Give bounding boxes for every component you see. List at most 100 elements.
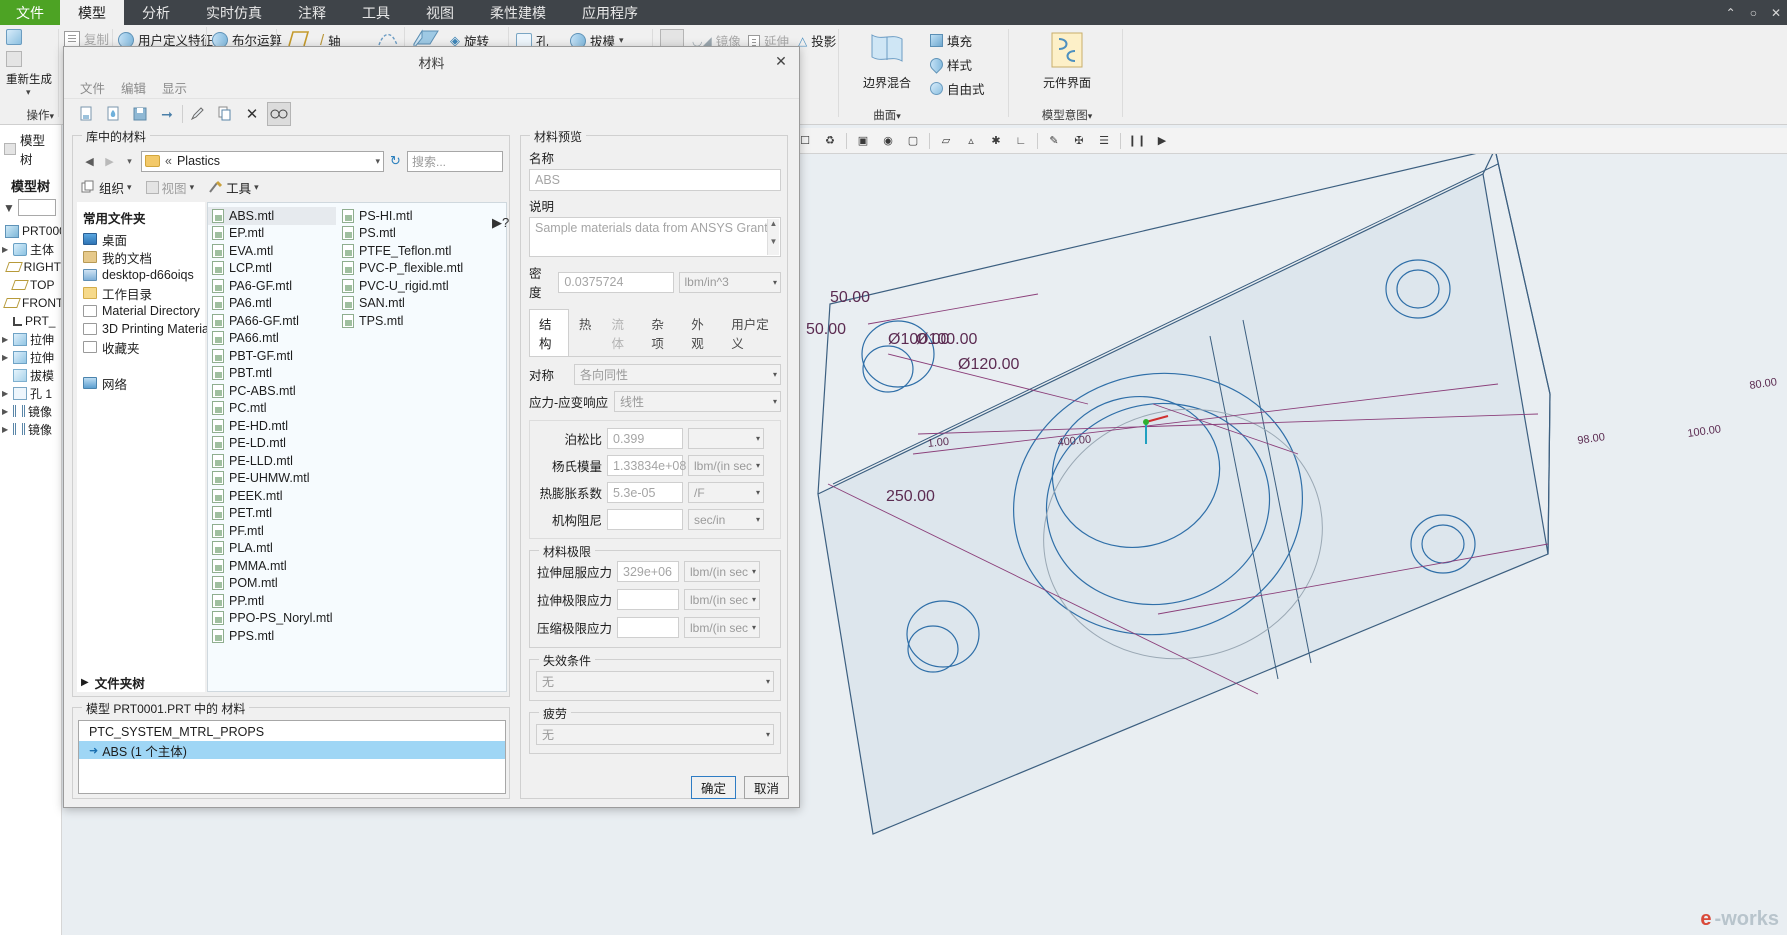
ribbon-tab-annotate[interactable]: 注释 xyxy=(280,0,344,25)
file-item[interactable]: PA6-GF.mtl xyxy=(208,277,336,295)
material-row[interactable]: PTC_SYSTEM_MTRL_PROPS xyxy=(79,723,505,741)
fatigue-select[interactable]: 无 ▾ xyxy=(536,724,774,745)
model-tree-tab[interactable]: 模型树 xyxy=(0,125,61,170)
limit-unit-select[interactable]: lbm/(in sec ▾ xyxy=(684,561,760,582)
preview-tab[interactable]: 杂项 xyxy=(641,309,681,356)
freestyle-button[interactable]: 自由式 xyxy=(930,79,985,98)
property-field[interactable]: 1.33834e+08 xyxy=(607,455,686,476)
failure-condition-select[interactable]: 无 ▾ xyxy=(536,671,774,692)
close-icon[interactable]: ✕ xyxy=(1771,6,1781,20)
menu-display[interactable]: 显示 xyxy=(162,78,187,97)
surfaces-dropdown-icon[interactable]: ▾ xyxy=(896,111,901,121)
model-tree-toggle[interactable] xyxy=(6,51,22,70)
tree-node[interactable]: PRT_ xyxy=(0,312,61,330)
expand-icon[interactable]: ▶ xyxy=(2,245,10,254)
description-field[interactable]: Sample materials data from ANSYS Granta … xyxy=(529,217,781,257)
file-item[interactable]: PTFE_Teflon.mtl xyxy=(338,242,498,260)
expand-icon[interactable]: ▶ xyxy=(2,407,10,416)
datum-plane-display-icon[interactable]: ▱ xyxy=(937,132,955,150)
edit-icon[interactable] xyxy=(186,102,210,126)
ribbon-tab-tools[interactable]: 工具 xyxy=(344,0,408,25)
symmetry-select[interactable]: 各向同性 ▾ xyxy=(574,364,781,385)
save-material-icon[interactable] xyxy=(128,102,152,126)
saved-views-icon[interactable]: ▣ xyxy=(854,132,872,150)
property-field[interactable]: 5.3e-05 xyxy=(607,482,683,503)
network-item[interactable]: 网络 xyxy=(83,374,201,392)
new-material-icon[interactable] xyxy=(74,102,98,126)
file-item[interactable]: PVC-U_rigid.mtl xyxy=(338,277,498,295)
file-item[interactable]: PBT-GF.mtl xyxy=(208,347,336,365)
back-icon[interactable]: ◀ xyxy=(81,152,98,170)
repaint-icon[interactable]: ♻ xyxy=(821,132,839,150)
preview-tab[interactable]: 热 xyxy=(569,309,602,356)
help-icon[interactable]: ○ xyxy=(1750,6,1757,20)
file-item[interactable]: PS.mtl xyxy=(338,225,498,243)
filter-icon[interactable]: ▼ xyxy=(3,201,15,215)
menu-file[interactable]: 文件 xyxy=(80,78,105,97)
favorite-item[interactable]: 工作目录 xyxy=(83,284,201,302)
tree-node[interactable]: ▶ 拉伸 xyxy=(0,330,61,348)
tree-node[interactable]: 拔模 xyxy=(0,366,61,384)
dialog-close-icon[interactable]: ✕ xyxy=(771,51,791,71)
annotation-display-icon[interactable]: ✎ xyxy=(1045,132,1063,150)
fill-button[interactable]: 填充 xyxy=(930,31,972,50)
regenerate-button[interactable] xyxy=(6,29,22,48)
draft-dropdown-icon[interactable]: ▾ xyxy=(619,35,624,46)
file-item[interactable]: PA6.mtl xyxy=(208,295,336,313)
property-unit-select[interactable]: ▾ xyxy=(688,428,764,449)
file-item[interactable]: ABS.mtl xyxy=(208,207,336,225)
file-item[interactable]: PA66-GF.mtl xyxy=(208,312,336,330)
limit-unit-select[interactable]: lbm/(in sec ▾ xyxy=(684,589,760,610)
file-item[interactable]: PPO-PS_Noryl.mtl xyxy=(208,610,336,628)
model-intent-dropdown-icon[interactable]: ▾ xyxy=(1088,111,1093,121)
path-dropdown-icon[interactable]: ▾ xyxy=(375,156,380,167)
expand-icon[interactable]: ▶ xyxy=(2,353,10,362)
model-tree-filter-input[interactable] xyxy=(17,199,56,216)
favorite-item[interactable]: Material Directory xyxy=(83,302,201,320)
property-unit-select[interactable]: sec/in ▾ xyxy=(688,509,764,530)
file-item[interactable]: LCP.mtl xyxy=(208,260,336,278)
organize-button[interactable]: 组织 ▾ xyxy=(81,178,132,197)
name-field[interactable]: ABS xyxy=(529,169,781,191)
tree-node[interactable]: ▶ 主体 xyxy=(0,240,61,258)
boundary-blend-button[interactable]: 边界混合 xyxy=(854,31,920,91)
limit-field[interactable] xyxy=(617,617,679,638)
density-field[interactable]: 0.0375724 xyxy=(558,271,674,293)
glasses-icon[interactable] xyxy=(267,102,291,126)
history-dropdown-icon[interactable]: ▾ xyxy=(121,152,138,170)
stress-strain-select[interactable]: 线性 ▾ xyxy=(614,391,781,412)
favorite-item[interactable]: 3D Printing Materials xyxy=(83,320,218,338)
file-item[interactable]: PP.mtl xyxy=(208,592,336,610)
favorite-item[interactable]: 我的文档 xyxy=(83,248,201,266)
limit-field[interactable] xyxy=(617,589,679,610)
file-item[interactable]: SAN.mtl xyxy=(338,295,498,313)
preview-tab[interactable]: 流体 xyxy=(601,309,641,356)
refresh-icon[interactable]: ↻ xyxy=(387,152,404,170)
project-button[interactable]: △ 投影 xyxy=(798,31,836,50)
ribbon-tab-model[interactable]: 模型 xyxy=(60,0,124,25)
tree-node[interactable]: RIGHT xyxy=(0,258,61,276)
style-button[interactable]: 样式 xyxy=(927,55,972,74)
limit-unit-select[interactable]: lbm/(in sec ▾ xyxy=(684,617,760,638)
minimize-ribbon-icon[interactable]: ⌃ xyxy=(1726,6,1736,20)
resume-icon[interactable]: ▶ xyxy=(1153,132,1171,150)
file-item[interactable]: PPS.mtl xyxy=(208,627,336,645)
cancel-button[interactable]: 取消 xyxy=(744,776,789,799)
file-item[interactable]: TPS.mtl xyxy=(338,312,498,330)
spin-center-icon[interactable]: ✠ xyxy=(1070,132,1088,150)
expand-icon[interactable]: ▶ xyxy=(2,389,10,398)
regenerate-dropdown-icon[interactable]: ▾ xyxy=(26,87,31,98)
file-item[interactable]: PVC-P_flexible.mtl xyxy=(338,260,498,278)
file-item[interactable]: POM.mtl xyxy=(208,575,336,593)
preview-tab[interactable]: 结构 xyxy=(529,309,569,356)
file-item[interactable]: EVA.mtl xyxy=(208,242,336,260)
favorite-item[interactable]: 收藏夹 xyxy=(83,338,201,356)
description-scrollbar[interactable]: ▲ ▼ xyxy=(767,219,779,255)
component-interface-button[interactable]: 元件界面 xyxy=(1036,31,1098,91)
ribbon-tab-analysis[interactable]: 分析 xyxy=(124,0,188,25)
property-field[interactable]: 0.399 xyxy=(607,428,683,449)
dialog-title-bar[interactable]: 材料 ✕ xyxy=(64,47,799,77)
property-field[interactable] xyxy=(607,509,683,530)
file-list-pane[interactable]: ABS.mtl EP.mtl EVA.mtl LCP.mtl PA6-GF.mtl PA6… xyxy=(207,202,507,692)
datum-csys-display-icon[interactable]: ∟ xyxy=(1012,132,1030,150)
